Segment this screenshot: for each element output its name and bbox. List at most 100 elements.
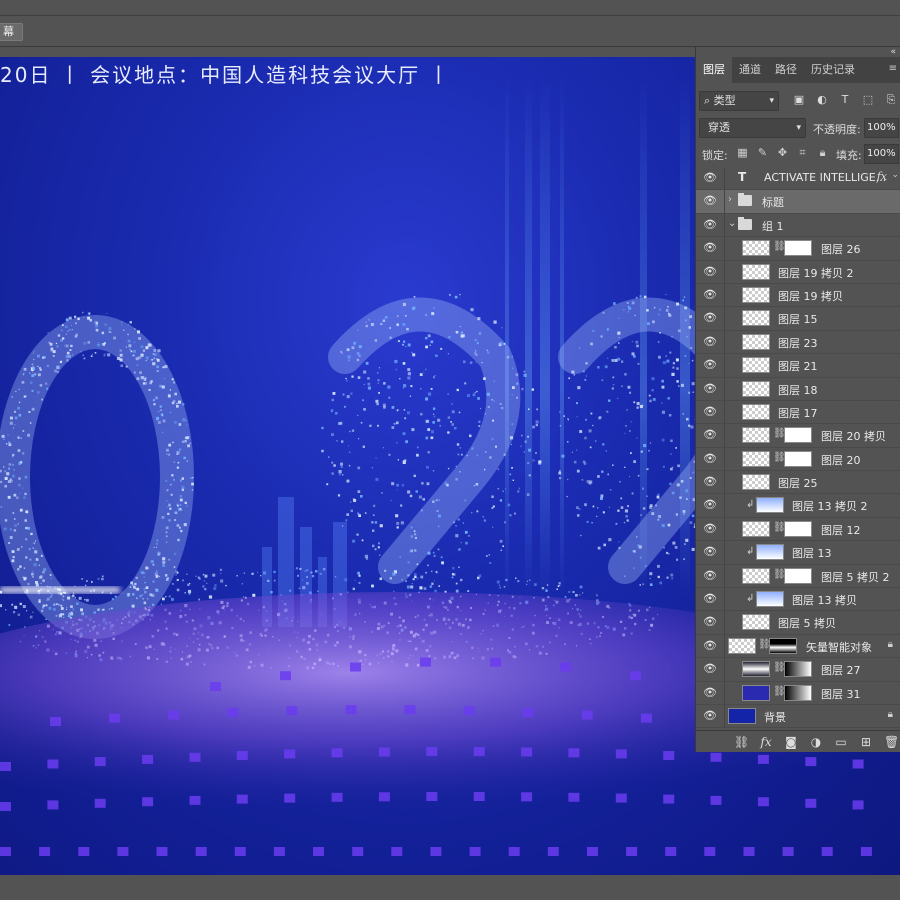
particle: [23, 496, 26, 499]
grid-dash: [640, 713, 652, 723]
eye-icon[interactable]: 👁︎: [703, 429, 717, 441]
particle: [347, 355, 351, 359]
lock-image-icon[interactable]: ✎: [756, 146, 769, 160]
layer-row[interactable]: 👁︎ ↲ 图层 13: [696, 541, 900, 565]
particle: [67, 330, 69, 332]
tab-paths[interactable]: 路径: [768, 57, 804, 83]
eye-icon[interactable]: 👁︎: [703, 476, 717, 488]
eye-icon[interactable]: 👁︎: [703, 405, 717, 418]
eye-icon[interactable]: 👁︎: [703, 242, 717, 254]
particle: [633, 567, 635, 569]
pixel-filter-icon[interactable]: ▣: [792, 93, 806, 107]
layer-row[interactable]: 👁︎ 图层 5 拷贝: [696, 611, 900, 635]
layer-row[interactable]: 👁︎ ⌄ 组 1: [696, 213, 900, 238]
particle: [134, 328, 136, 330]
eye-icon[interactable]: 👁︎: [703, 195, 717, 207]
layer-row[interactable]: 👁︎ 图层 23: [696, 330, 900, 355]
layer-row[interactable]: 👁︎ ↲ 图层 13 拷贝 2: [696, 494, 900, 518]
layer-row[interactable]: 👁︎ 图层 21: [696, 354, 900, 378]
layer-row[interactable]: 👁︎ ⛓ 图层 26: [696, 237, 900, 261]
layer-row[interactable]: 👁︎ ⛓ 图层 27: [696, 658, 900, 682]
particle: [62, 595, 65, 598]
layer-row[interactable]: 👁︎ ⛓ 图层 20: [696, 447, 900, 472]
eye-icon[interactable]: 👁︎: [703, 172, 717, 184]
layer-row[interactable]: 👁︎ 图层 17: [696, 400, 900, 425]
lock-position-icon[interactable]: ✥: [776, 146, 789, 160]
tab-history[interactable]: 历史记录: [804, 57, 862, 83]
eye-icon[interactable]: 👁︎: [703, 218, 717, 231]
eye-icon[interactable]: 👁︎: [703, 546, 717, 558]
eye-icon[interactable]: 👁︎: [703, 709, 717, 722]
shape-filter-icon[interactable]: ⬚: [861, 93, 875, 107]
screen-mode-button[interactable]: 幕: [0, 23, 23, 41]
eye-icon[interactable]: 👁︎: [703, 686, 717, 699]
add-mask-icon[interactable]: ◙: [784, 735, 798, 749]
adjustment-icon[interactable]: ◑: [809, 735, 823, 749]
eye-icon[interactable]: 👁︎: [703, 359, 717, 371]
fill-field[interactable]: 100%: [864, 144, 899, 164]
layer-row[interactable]: 👁︎ ⛓ 图层 12: [696, 517, 900, 542]
particle: [479, 407, 481, 409]
particle: [93, 611, 96, 614]
tab-channels[interactable]: 通道: [732, 57, 768, 83]
layer-row[interactable]: 👁︎ Tfx ⌄ ACTIVATE INTELLIGE...: [696, 167, 900, 191]
layer-row[interactable]: 👁︎ 图层 25: [696, 471, 900, 495]
new-layer-icon[interactable]: ⊞: [859, 735, 873, 749]
collapse-icon[interactable]: «: [890, 47, 896, 57]
lock-artboard-icon[interactable]: ⌗: [796, 146, 809, 160]
eye-icon[interactable]: 👁︎: [703, 499, 717, 511]
eye-icon[interactable]: 👁︎: [703, 569, 717, 582]
particle: [503, 343, 506, 345]
eye-icon[interactable]: 👁︎: [703, 663, 717, 675]
particle: [143, 587, 146, 590]
panel-menu-icon[interactable]: ≡: [889, 63, 897, 74]
layer-row[interactable]: 👁︎ ⛓ 图层 31: [696, 681, 900, 705]
fx-icon[interactable]: fx: [759, 735, 773, 749]
new-group-icon[interactable]: ▭: [834, 735, 848, 749]
particle: [165, 526, 169, 530]
mask-thumbnail: [784, 450, 812, 467]
adjustment-filter-icon[interactable]: ◐: [815, 93, 829, 107]
particle: [538, 460, 542, 464]
layer-row[interactable]: 👁︎ ⛓ 🔒︎ 矢量智能对象: [696, 634, 900, 659]
eye-icon[interactable]: 👁︎: [703, 616, 717, 628]
particle: [683, 558, 685, 560]
filter-kind-select[interactable]: ⌕ 类型 ▾: [699, 91, 779, 111]
layer-row[interactable]: 👁︎ 图层 19 拷贝: [696, 283, 900, 308]
eye-icon[interactable]: 👁︎: [703, 335, 717, 348]
layer-row[interactable]: 👁︎ 图层 19 拷贝 2: [696, 260, 900, 284]
blend-mode-select[interactable]: 穿透 ▾: [699, 118, 806, 138]
particle: [567, 418, 569, 420]
lock-transparent-icon[interactable]: ▦: [736, 146, 749, 160]
layer-row[interactable]: 👁︎ 🔒︎ 背景: [696, 704, 900, 729]
smart-object-filter-icon[interactable]: ⎘: [884, 93, 898, 107]
layer-name: 图层 5 拷贝: [778, 617, 836, 631]
eye-icon[interactable]: 👁︎: [703, 593, 717, 605]
chevron-down-icon[interactable]: ⌄: [891, 170, 899, 180]
type-filter-icon[interactable]: T: [838, 93, 852, 107]
eye-icon[interactable]: 👁︎: [703, 522, 717, 535]
eye-icon[interactable]: 👁︎: [703, 382, 717, 395]
chevron-down-icon[interactable]: ⌄: [728, 218, 736, 229]
opacity-field[interactable]: 100%: [864, 118, 899, 138]
layer-row[interactable]: 👁︎ ↲ 图层 13 拷贝: [696, 588, 900, 612]
particle: [604, 365, 608, 369]
layer-row[interactable]: 👁︎ ⛓ 图层 20 拷贝: [696, 424, 900, 448]
particle: [617, 397, 619, 399]
layer-row[interactable]: 👁︎ 图层 15: [696, 307, 900, 331]
particle: [614, 346, 617, 349]
layer-row[interactable]: 👁︎ › 标题: [696, 190, 900, 214]
eye-icon[interactable]: 👁︎: [703, 312, 717, 324]
tab-layers[interactable]: 图层: [696, 57, 732, 83]
layer-row[interactable]: 👁︎ 图层 18: [696, 377, 900, 401]
layer-row[interactable]: 👁︎ ⛓ 图层 5 拷贝 2: [696, 564, 900, 589]
delete-icon[interactable]: 🗑︎: [884, 735, 899, 749]
eye-icon[interactable]: 👁︎: [703, 288, 717, 301]
lock-all-icon[interactable]: 🔒︎: [816, 146, 829, 160]
chevron-right-icon[interactable]: ›: [728, 194, 732, 205]
eye-icon[interactable]: 👁︎: [703, 452, 717, 465]
eye-icon[interactable]: 👁︎: [703, 639, 717, 652]
particle: [184, 592, 186, 594]
link-icon[interactable]: ⛓: [734, 735, 749, 749]
eye-icon[interactable]: 👁︎: [703, 265, 717, 278]
